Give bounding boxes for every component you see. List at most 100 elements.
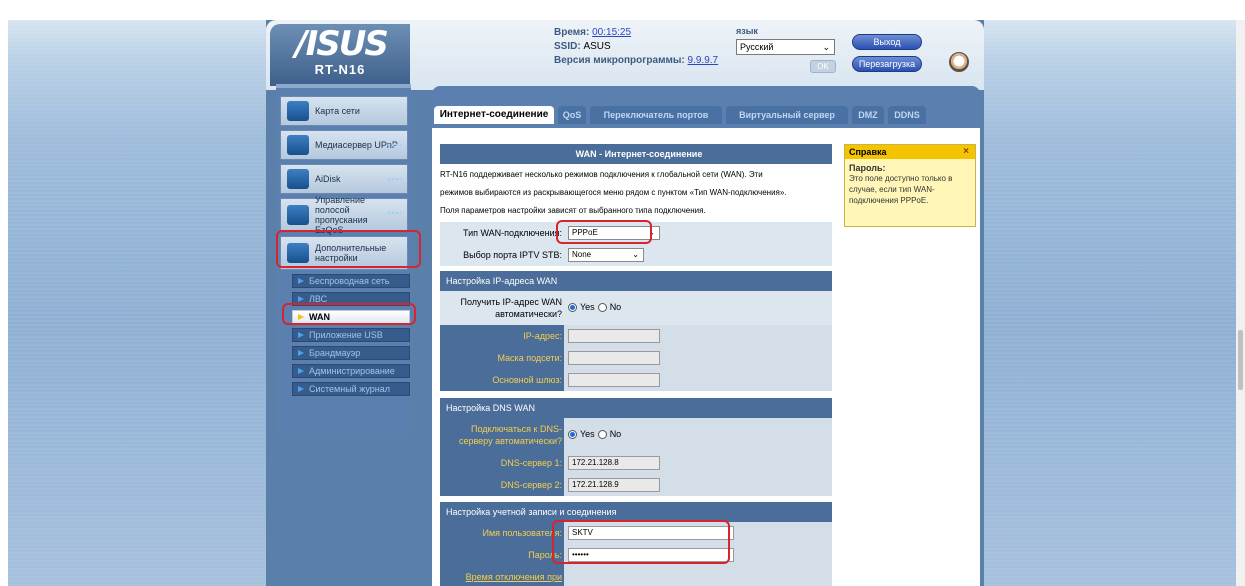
chevron-down-icon: ⌄ [632,250,639,259]
section-title: Настройка DNS WAN [440,398,832,418]
sidebar-item-aidisk[interactable]: AiDisk [280,164,408,194]
subnet-mask-input[interactable] [568,351,660,365]
radio-label: Yes [580,429,595,439]
auto-ip-row: Получить IP-адрес WAN автоматически? Yes… [440,291,832,325]
user-avatar-icon [949,52,969,72]
iptv-select[interactable]: None ⌄ [568,248,644,262]
model-name: RT-N16 [314,62,366,77]
highlight-advanced-settings [276,230,421,268]
language-ok-button[interactable]: OK [810,60,836,73]
dns1-input[interactable]: 172.21.128.8 [568,456,660,470]
aidisk-icon [287,169,309,189]
ip-address-row: IP-адрес: [440,325,832,347]
highlight-wan [282,303,416,325]
sidebar-sub-wireless[interactable]: Беспроводная сеть [292,274,410,288]
time-link[interactable]: 00:15:25 [592,27,631,38]
wan-description: RT-N16 поддерживает несколько режимов по… [440,166,832,220]
logout-button[interactable]: Выход [852,34,922,50]
ip-address-input[interactable] [568,329,660,343]
dns2-label: DNS-сервер 2: [440,474,564,496]
qos-icon [287,205,309,225]
description-line: режимов выбираются из раскрывающегося ме… [440,188,787,197]
wan-panel-header: WAN - Интернет-соединение [440,144,832,164]
header: /ISUS RT-N16 Время: 00:15:25 SSID: ASUS … [266,20,984,90]
auto-ip-label: Получить IP-адрес WAN автоматически? [440,291,564,325]
iptv-label: Выбор порта IPTV STB: [440,244,564,266]
wan-type-label: Тип WAN-подключения: [440,222,564,244]
subnet-mask-row: Маска подсети: [440,347,832,369]
auto-dns-yes-radio[interactable] [568,429,577,439]
iptv-value: None [572,250,592,259]
tab-dmz[interactable]: DMZ [852,106,884,124]
auto-ip-label-line: Получить IP-адрес WAN [460,297,563,307]
activity-dots-icon [387,211,401,215]
firmware-label: Версия микропрограммы: [554,55,685,66]
sidebar-sub-administration[interactable]: Администрирование [292,364,410,378]
firmware-link[interactable]: 9.9.9.7 [688,55,719,66]
page-scrollbar[interactable] [1236,20,1245,586]
subnet-mask-label: Маска подсети: [440,347,564,369]
auto-dns-radio-group: Yes No [568,429,621,439]
close-icon[interactable]: × [963,145,969,159]
highlight-wan-type [556,220,652,244]
sidebar-item-upnp[interactable]: Медиасервер UPnP [280,130,408,160]
tab-internet-connection[interactable]: Интернет-соединение [434,106,554,124]
sidebar-item-label: AiDisk [315,174,341,184]
account-settings-header: Настройка учетной записи и соединения [440,502,832,522]
tab-ddns[interactable]: DDNS [888,106,926,124]
help-popup: Справка × Пароль: Это поле доступно толь… [844,144,976,227]
dns2-input[interactable]: 172.21.128.9 [568,478,660,492]
brand-logo: /ISUS RT-N16 [270,24,410,86]
auto-ip-yes-radio[interactable] [568,302,577,312]
ssid-label: SSID: [554,41,581,52]
ip-settings-header: Настройка IP-адреса WAN [440,271,832,291]
section-title: Настройка учетной записи и соединения [440,502,832,522]
section-title: Настройка IP-адреса WAN [440,271,832,291]
activity-dots-icon [387,177,401,181]
ip-address-label: IP-адрес: [440,325,564,347]
time-label: Время: [554,27,590,38]
radio-label: No [609,302,622,312]
language-select[interactable]: Русский ⌄ [736,39,835,55]
sidebar-item-ezqos[interactable]: Управление полосой пропускания EzQoS [280,195,408,235]
sidebar-sub-usb-app[interactable]: Приложение USB [292,328,410,342]
username-label: Имя пользователя: [440,522,564,544]
page-title: WAN - Интернет-соединение [440,144,832,164]
auto-ip-radio-group: Yes No [568,302,621,312]
gateway-input[interactable] [568,373,660,387]
auto-dns-label-line: серверу автоматически? [458,436,562,446]
tab-qos[interactable]: QoS [558,106,586,124]
password-label: Пароль: [440,544,564,566]
help-title: Справка × [845,145,975,159]
tab-port-switch[interactable]: Переключатель портов [590,106,722,124]
sidebar-item-label: Медиасервер UPnP [315,140,398,150]
media-server-icon [287,135,309,155]
sidebar-item-label: Карта сети [315,106,360,116]
radio-label: No [609,429,622,439]
sidebar-sub-syslog[interactable]: Системный журнал [292,382,410,396]
auto-dns-row: Подключаться к DNS- серверу автоматическ… [440,418,832,452]
chevron-down-icon: ⌄ [822,42,830,52]
router-admin-container: /ISUS RT-N16 Время: 00:15:25 SSID: ASUS … [266,20,984,586]
dns1-label: DNS-сервер 1: [440,452,564,474]
iptv-row: Выбор порта IPTV STB: None ⌄ [440,244,832,266]
auto-dns-no-radio[interactable] [597,429,607,439]
tab-bar: Интернет-соединение QoS Переключатель по… [432,86,980,128]
sidebar-sub-firewall[interactable]: Брандмауэр [292,346,410,360]
idle-time-row: Время отключения при [440,566,832,586]
auto-ip-label-line: автоматически? [495,309,562,319]
auto-ip-no-radio[interactable] [597,302,607,312]
gateway-label: Основной шлюз: [440,369,564,391]
reboot-button[interactable]: Перезагрузка [852,56,922,72]
tab-virtual-server[interactable]: Виртуальный сервер [726,106,848,124]
help-body: Это поле доступно только в случае, если … [849,174,953,205]
description-line: Поля параметров настройки зависят от выб… [440,206,706,215]
network-map-icon [287,101,309,121]
sidebar-item-network-map[interactable]: Карта сети [280,96,408,126]
asus-logo: /ISUS [295,24,389,64]
language-label: язык [736,26,758,36]
dns2-row: DNS-сервер 2: 172.21.128.9 [440,474,832,496]
help-title-text: Справка [849,147,887,157]
description-line: RT-N16 поддерживает несколько режимов по… [440,170,763,179]
help-heading: Пароль: [849,163,886,173]
